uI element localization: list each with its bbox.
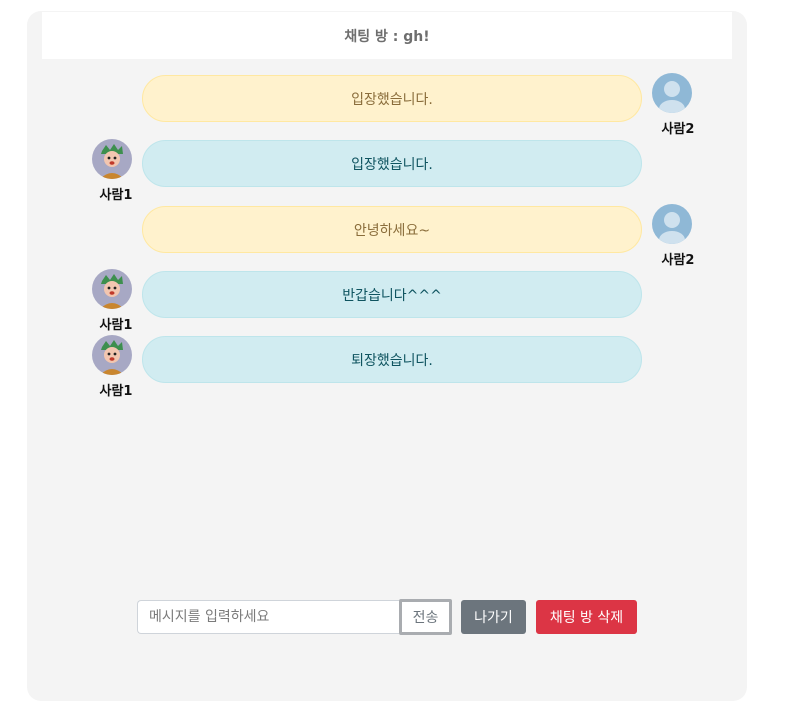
default-user-icon [652, 204, 692, 244]
chat-room-title: 채팅 방 : gh! [42, 12, 732, 59]
default-user-icon [652, 73, 692, 113]
cartoon-avatar-icon [92, 335, 132, 375]
delete-room-button[interactable]: 채팅 방 삭제 [536, 600, 637, 634]
cartoon-avatar-icon [92, 139, 132, 179]
sender-name: 사람1 [99, 384, 133, 399]
message-bubble-own: 입장했습니다. [142, 75, 642, 122]
sender-name: 사람2 [661, 122, 695, 137]
message-bubble-own: 안녕하세요~ [142, 206, 642, 253]
sender-name: 사람1 [99, 188, 133, 203]
sender-name: 사람2 [661, 253, 695, 268]
message-bubble-other: 입장했습니다. [142, 140, 642, 187]
message-input[interactable] [137, 600, 399, 634]
send-button[interactable]: 전송 [399, 599, 452, 635]
cartoon-avatar-icon [92, 269, 132, 309]
leave-button[interactable]: 나가기 [461, 600, 526, 634]
message-bubble-other: 퇴장했습니다. [142, 336, 642, 383]
message-bubble-other: 반갑습니다^^^ [142, 271, 642, 318]
sender-name: 사람1 [99, 318, 133, 333]
